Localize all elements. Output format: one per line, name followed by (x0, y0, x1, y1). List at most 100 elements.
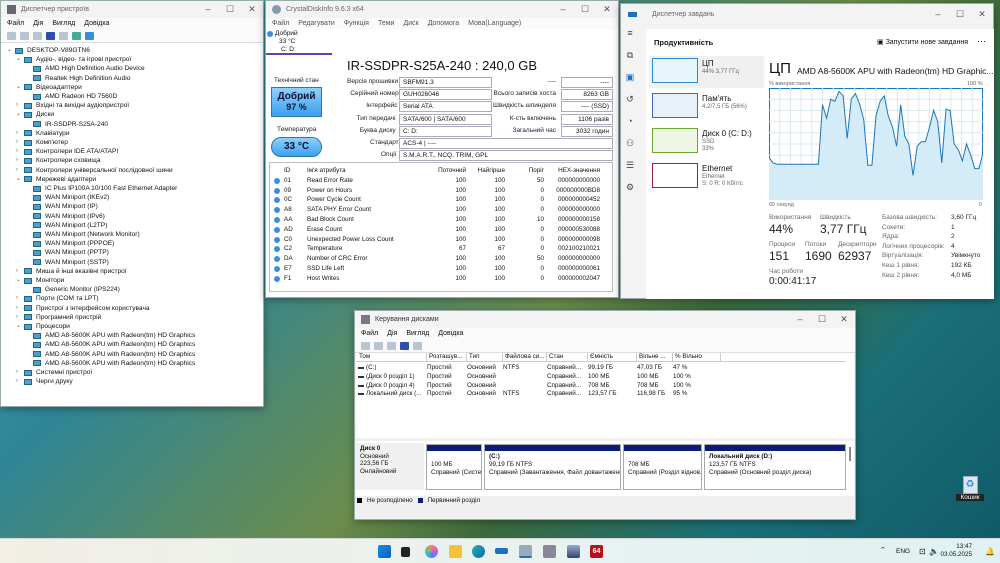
performance-icon[interactable]: ▣ (620, 72, 640, 94)
task-manager-taskbar-icon[interactable] (495, 548, 508, 554)
details-icon[interactable]: ☰ (620, 160, 640, 182)
tree-item[interactable]: ⌄ DESKTOP-V89GTN6 (7, 46, 90, 55)
tree-item[interactable]: › Черги друку (16, 377, 73, 386)
chevron-right-icon[interactable]: › (16, 313, 24, 322)
column-header[interactable]: % Вільно (673, 353, 721, 362)
app-history-icon[interactable]: ↺ (620, 94, 640, 116)
table-row[interactable]: C2 Temperature 67 67 0 002100210021 (270, 244, 612, 254)
disk-management-taskbar-icon[interactable] (567, 545, 580, 558)
minimize-button[interactable]: – (552, 4, 574, 15)
column-header[interactable]: Том (357, 353, 427, 362)
chevron-down-icon[interactable]: ⌄ (16, 175, 24, 184)
close-button[interactable]: ✕ (241, 4, 263, 15)
partition[interactable]: 100 МБ Справний (Систе (426, 444, 482, 490)
table-row[interactable]: E7 SSD Life Left 100 100 0 000000000061 (270, 264, 612, 274)
tree-item[interactable]: WAN Miniport (SSTP) (25, 258, 109, 267)
chevron-right-icon[interactable]: › (16, 101, 24, 110)
column-header[interactable]: Тип (467, 353, 503, 362)
volume-icon[interactable]: 🔈 (929, 547, 939, 556)
chevron-right-icon[interactable]: › (16, 156, 24, 165)
startup-apps-icon[interactable]: ◔ (620, 116, 640, 138)
close-button[interactable]: ✕ (833, 314, 855, 325)
chevron-down-icon[interactable]: ⌄ (16, 83, 24, 92)
maximize-button[interactable]: ☐ (811, 314, 833, 325)
menu-item[interactable]: Файл (272, 20, 289, 27)
tree-item[interactable]: WAN Miniport (IKEv2) (25, 193, 109, 202)
partition[interactable]: Локальний диск (D:) 123,57 ГБ NTFS Справни… (704, 444, 846, 490)
menu-item[interactable]: Функція (344, 20, 369, 27)
forward-icon[interactable] (20, 31, 29, 40)
tree-item[interactable]: › Програмний пристрій (16, 313, 101, 322)
network-icon[interactable]: ⊡ (919, 547, 926, 556)
tree-item[interactable]: › Системні пристрої (16, 368, 92, 377)
map-scrollbar[interactable] (849, 447, 851, 461)
hamburger-menu-icon[interactable]: ≡ (620, 28, 640, 50)
maximize-button[interactable]: ☐ (219, 4, 241, 15)
tree-item[interactable]: › Пристрої з інтерфейсом користувача (16, 304, 150, 313)
perf-item-2[interactable]: Диск 0 (C: D:) SSD 33% (649, 126, 764, 158)
start-button[interactable] (378, 545, 391, 558)
chevron-right-icon[interactable]: › (16, 129, 24, 138)
tree-item[interactable]: ⌄ Монітори (16, 276, 64, 285)
scan-icon[interactable] (72, 31, 81, 40)
column-header[interactable]: Файлова си... (503, 353, 547, 362)
tree-item[interactable]: ⌄ Процесори (16, 322, 70, 331)
tree-item[interactable]: WAN Miniport (IP) (25, 202, 98, 211)
properties-icon[interactable] (387, 341, 396, 350)
language-indicator[interactable]: ENG (896, 548, 910, 555)
chevron-down-icon[interactable]: ⌄ (16, 110, 24, 119)
perf-item-0[interactable]: ЦП 44% 3,77 ГГц (649, 56, 764, 88)
tree-item[interactable]: › Миша й інші вказівні пристрої (16, 267, 127, 276)
tree-item[interactable]: AMD Radeon HD 7560D (25, 92, 117, 101)
chevron-right-icon[interactable]: › (16, 267, 24, 276)
tree-item[interactable]: Realtek High Definition Audio (25, 74, 130, 83)
tree-item[interactable]: › Клавіатури (16, 129, 70, 138)
close-button[interactable]: ✕ (596, 4, 618, 15)
tree-item[interactable]: › Порти (COM та LPT) (16, 294, 99, 303)
table-row[interactable]: Локальний диск (... Простий Основний NTFS Сп… (356, 390, 846, 399)
crystaldiskinfo-taskbar-icon[interactable] (519, 545, 532, 558)
minimize-button[interactable]: – (197, 4, 219, 15)
table-row[interactable]: 01 Read Error Rate 100 100 50 000000000000 (270, 176, 612, 186)
services-icon[interactable]: ⚙ (620, 182, 640, 204)
view-icon[interactable] (413, 341, 422, 350)
chevron-right-icon[interactable]: › (16, 166, 24, 175)
minimize-button[interactable]: – (789, 314, 811, 325)
tree-item[interactable]: AMD A8-5600K APU with Radeon(tm) HD Grap… (25, 340, 195, 349)
table-row[interactable]: AA Bad Block Count 100 100 10 000000000158 (270, 215, 612, 225)
recycle-bin[interactable]: ♻ Кошик (956, 476, 984, 501)
chevron-down-icon[interactable]: ⌄ (16, 322, 24, 331)
tree-item[interactable]: AMD A8-5600K APU with Radeon(tm) HD Grap… (25, 331, 195, 340)
menu-action[interactable]: Дія (387, 330, 397, 337)
table-row[interactable]: C0 Unexpected Power Loss Count 100 100 0 0000… (270, 235, 612, 245)
clock[interactable]: 13:47 03.05.2025 (940, 543, 972, 559)
table-row[interactable]: 0C Power Cycle Count 100 100 0 000000000452 (270, 195, 612, 205)
table-row[interactable]: A8 SATA PHY Error Count 100 100 0 00000000000… (270, 205, 612, 215)
users-icon[interactable]: ⚇ (620, 138, 640, 160)
column-header[interactable]: Розташув... (427, 353, 467, 362)
chevron-right-icon[interactable]: › (16, 147, 24, 156)
back-icon[interactable] (7, 31, 16, 40)
tree-item[interactable]: WAN Miniport (PPTP) (25, 248, 109, 257)
run-new-task-button[interactable]: ▣ Запустити нове завдання (877, 38, 968, 46)
tree-item[interactable]: › Контролери універсальної послідовної ши… (16, 166, 173, 175)
table-row[interactable]: F1 Host Writes 100 100 0 000000002047 (270, 274, 612, 284)
maximize-button[interactable]: ☐ (949, 9, 971, 20)
drive-tab[interactable]: Добрий 33 °C C: D: (266, 30, 332, 55)
menu-help[interactable]: Довідка (84, 20, 109, 27)
tree-item[interactable]: › Комп'ютер (16, 138, 68, 147)
tree-item[interactable]: WAN Miniport (PPPOE) (25, 239, 114, 248)
edge-icon[interactable] (472, 545, 485, 558)
notifications-icon[interactable]: 🔔 (985, 547, 995, 556)
menu-item[interactable]: Теми (378, 20, 395, 27)
tree-item[interactable]: › Вхідні та вихідні аудіопристрої (16, 101, 129, 110)
update-driver-icon[interactable] (59, 31, 68, 40)
chevron-down-icon[interactable]: ⌄ (7, 46, 15, 55)
tree-item[interactable]: AMD High Definition Audio Device (25, 64, 145, 73)
menu-help[interactable]: Довідка (438, 330, 463, 337)
menu-file[interactable]: Файл (7, 20, 24, 27)
column-header[interactable]: Вільне ... (637, 353, 673, 362)
column-header[interactable]: Ємність (588, 353, 637, 362)
tray-overflow-icon[interactable]: ⌃ (880, 546, 886, 554)
chevron-down-icon[interactable]: ⌄ (16, 55, 24, 64)
